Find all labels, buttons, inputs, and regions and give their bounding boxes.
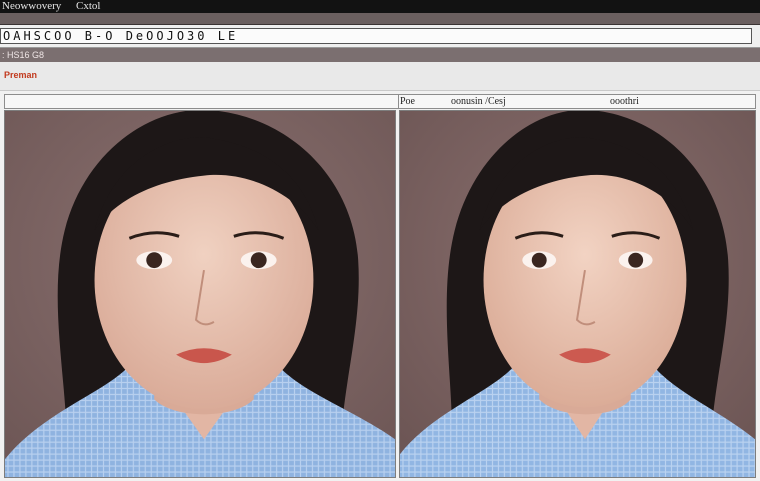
viewer-header: Poe oonusin /Cesj ooothri (4, 94, 756, 109)
header-right-label: ooothri (610, 96, 639, 107)
header-divider (398, 95, 399, 108)
meta-strip: : HS16 G8 (0, 48, 760, 62)
left-photo (4, 110, 396, 478)
window-subtitle: Cxtol (76, 0, 101, 12)
toolbar-strip (0, 13, 760, 25)
left-portrait-image (5, 111, 395, 477)
address-row: OAHSCOO B-O DeOOJO30 LE (0, 25, 760, 48)
menubar: Preman (0, 62, 760, 91)
window-title: Neowwovery (2, 0, 62, 12)
address-field[interactable]: OAHSCOO B-O DeOOJO30 LE (0, 28, 752, 44)
header-left-label: Poe (400, 96, 415, 107)
header-middle-label: oonusin /Cesj (451, 96, 506, 107)
brand-tab[interactable]: Preman (4, 70, 37, 80)
right-photo (399, 110, 756, 478)
right-portrait-image (400, 111, 755, 477)
meta-text: : HS16 G8 (2, 50, 45, 60)
comparison-viewer: Poe oonusin /Cesj ooothri (0, 90, 760, 481)
window-title-bar: Neowwovery Cxtol (0, 0, 760, 13)
